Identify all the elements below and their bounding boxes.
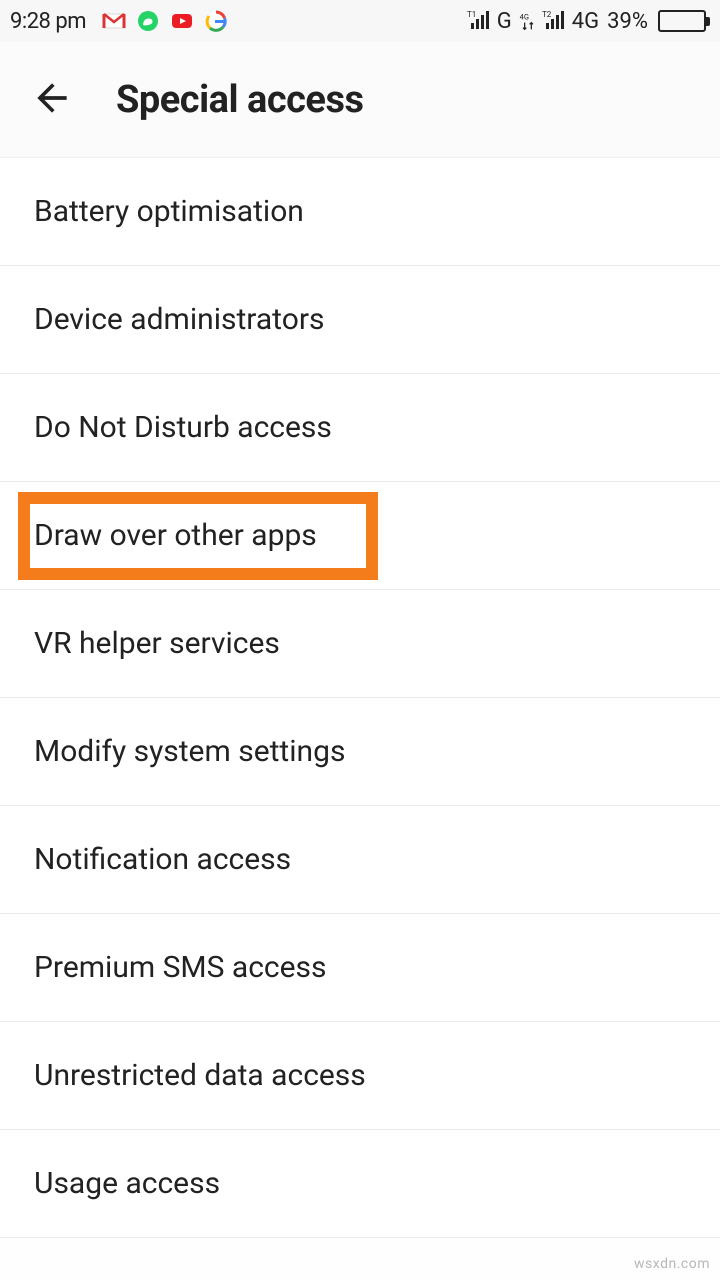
settings-item-label: Unrestricted data access [34,1058,366,1093]
battery-percent: 39% [607,9,648,34]
status-bar-right: T1 G 4G T2 4G 39% [467,9,706,34]
status-bar-left: 9:28 pm [10,9,228,34]
google-icon [204,9,228,33]
whatsapp-icon [136,9,160,33]
settings-item-battery-optimisation[interactable]: Battery optimisation [0,158,720,266]
settings-item-draw-over-other-apps[interactable]: Draw over other apps [0,482,720,590]
settings-item-label: Notification access [34,842,291,877]
status-time: 9:28 pm [10,9,86,34]
app-header: Special access [0,42,720,158]
settings-list: Battery optimisation Device administrator… [0,158,720,1238]
watermark: wsxdn.com [634,1256,710,1272]
svg-text:4G: 4G [519,12,528,21]
page-title: Special access [116,78,363,122]
settings-item-notification-access[interactable]: Notification access [0,806,720,914]
settings-item-vr-helper-services[interactable]: VR helper services [0,590,720,698]
settings-item-device-administrators[interactable]: Device administrators [0,266,720,374]
settings-item-usage-access[interactable]: Usage access [0,1130,720,1238]
signal-sim1-icon: T1 [467,9,491,33]
battery-icon [658,10,706,32]
network1-type: G [497,9,512,34]
settings-item-label: VR helper services [34,626,280,661]
settings-item-label: Battery optimisation [34,194,304,229]
back-button[interactable] [16,64,88,136]
status-app-icons [102,9,228,33]
gmail-icon [102,9,126,33]
settings-item-label: Device administrators [34,302,324,337]
arrow-left-icon [30,76,74,124]
svg-text:T1: T1 [467,10,476,19]
settings-item-premium-sms-access[interactable]: Premium SMS access [0,914,720,1022]
settings-item-label: Usage access [34,1166,220,1201]
status-bar: 9:28 pm T1 G 4G T2 4G 39% [0,0,720,42]
settings-item-do-not-disturb-access[interactable]: Do Not Disturb access [0,374,720,482]
settings-item-label: Modify system settings [34,734,345,769]
settings-item-label: Draw over other apps [34,518,317,553]
settings-item-modify-system-settings[interactable]: Modify system settings [0,698,720,806]
svg-text:T2: T2 [542,10,552,19]
signal-sim2-icon: T2 [542,9,566,33]
settings-item-label: Do Not Disturb access [34,410,332,445]
data-4g-icon: 4G [518,9,538,33]
settings-item-unrestricted-data-access[interactable]: Unrestricted data access [0,1022,720,1130]
network2-type: 4G [572,9,599,34]
youtube-icon [170,9,194,33]
settings-item-label: Premium SMS access [34,950,326,985]
